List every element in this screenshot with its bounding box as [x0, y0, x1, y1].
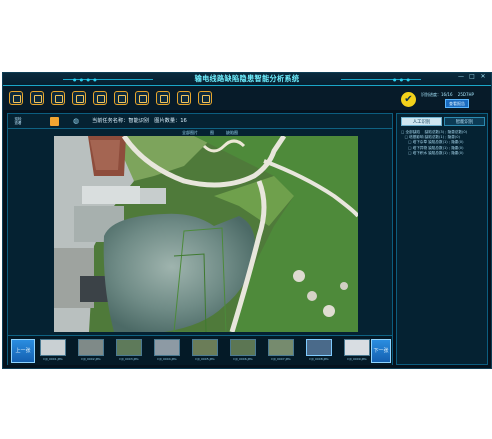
thumbnail-image	[78, 339, 104, 356]
thumbnail[interactable]: DJI_0005.JPG	[192, 339, 218, 363]
thumbnail[interactable]: DJI_0002.JPG	[78, 339, 104, 363]
minimize-icon[interactable]: —	[457, 73, 465, 81]
tree-item[interactable]: □ 塔下积水 缺陷总数(1) ; 隐患(0)	[401, 151, 487, 156]
toolbar: ✔ 识别进度：16/16 25D7HP 查看报告	[3, 86, 491, 110]
toolbar-import-button[interactable]	[72, 91, 86, 105]
toolbar-report-button[interactable]	[156, 91, 170, 105]
close-icon[interactable]: ✕	[479, 73, 487, 81]
defect-panel: 人工识别 智能识别 □ 全部缺陷 缺陷总数(3) ; 隐患总数(0) □ 塔基影…	[396, 113, 488, 365]
thumbnail-image	[268, 339, 294, 356]
thumbnail-image	[344, 339, 370, 356]
thumbnail-label: DJI_0007.JPG	[271, 357, 291, 361]
status-area: ✔ 识别进度：16/16 25D7HP 查看报告	[395, 90, 491, 110]
title-dots-left: ● ● ● ●	[73, 77, 98, 82]
defect-tree: □ 全部缺陷 缺陷总数(3) ; 隐患总数(0) □ 塔基影响 缺陷总数(1) …	[401, 130, 487, 156]
check-icon: ✔	[401, 92, 416, 107]
thumbnail-image	[192, 339, 218, 356]
image-viewer[interactable]	[54, 136, 358, 332]
image-workspace: 巡检 查看 ◍ 当前任务名称：智能识别 图片数量：16 全部图片 图 缺陷图 上…	[7, 113, 393, 365]
thumbnail-label: DJI_0005.JPG	[195, 357, 215, 361]
task-info: 当前任务名称：智能识别 图片数量：16	[92, 118, 187, 124]
toolbar-home-button[interactable]	[9, 91, 23, 105]
aerial-photo	[54, 136, 358, 332]
prev-image-button[interactable]: 上一张	[11, 339, 35, 363]
thumbnail[interactable]: DJI_0001.JPG	[40, 339, 66, 363]
side-tabs: 人工识别 智能识别	[401, 117, 485, 126]
toolbar-chart-button[interactable]	[114, 91, 128, 105]
thumbnail-label: DJI_0003.JPG	[119, 357, 139, 361]
tab-manual-recognition[interactable]: 人工识别	[401, 117, 442, 126]
thumbnail-label: DJI_0009.JPG	[347, 357, 367, 361]
toolbar-image-button[interactable]	[93, 91, 107, 105]
thumbnail[interactable]: DJI_0003.JPG	[116, 339, 142, 363]
thumbnail-label: DJI_0008.JPG	[309, 357, 329, 361]
thumbnail-image	[230, 339, 256, 356]
toolbar-task-button[interactable]	[30, 91, 44, 105]
app-window: ● ● ● ● 输电线路缺陷隐患智能分析系统 ● ● ● — □ ✕ ✔ 识别进…	[2, 72, 492, 369]
thumbnail-strip: 上一张 DJI_0001.JPG DJI_0002.JPG DJI_0003.J…	[8, 335, 392, 365]
thumbnail-label: DJI_0002.JPG	[81, 357, 101, 361]
thumbnail-selected[interactable]: DJI_0008.JPG	[306, 339, 332, 363]
view-report-button[interactable]: 查看报告	[445, 99, 469, 108]
thumbnail-image	[154, 339, 180, 356]
progress-status: 识别进度：16/16 25D7HP	[421, 92, 474, 97]
thumbnail[interactable]: DJI_0009.JPG	[344, 339, 370, 363]
mode-tab-inspect-label: 巡检 查看	[14, 117, 22, 125]
toolbar-settings-button[interactable]	[198, 91, 212, 105]
thumbnail-label: DJI_0004.JPG	[157, 357, 177, 361]
maximize-icon[interactable]: □	[468, 73, 476, 81]
window-controls: — □ ✕	[457, 73, 487, 81]
thumbnail-image	[306, 339, 332, 356]
thumbnail[interactable]: DJI_0004.JPG	[154, 339, 180, 363]
app-title: 输电线路缺陷隐患智能分析系统	[194, 74, 300, 83]
next-image-button[interactable]: 下一张	[371, 339, 391, 363]
title-dots-right: ● ● ●	[393, 77, 412, 82]
image-mode-icon[interactable]	[50, 117, 59, 126]
thumbnail-image	[116, 339, 142, 356]
thumbnail[interactable]: DJI_0006.JPG	[230, 339, 256, 363]
toolbar-doc-button[interactable]	[135, 91, 149, 105]
thumbnail-label: DJI_0006.JPG	[233, 357, 253, 361]
toolbar-export-button[interactable]	[177, 91, 191, 105]
thumbnail-label: DJI_0001.JPG	[43, 357, 63, 361]
toolbar-edit-button[interactable]	[51, 91, 65, 105]
tab-smart-recognition[interactable]: 智能识别	[444, 117, 485, 126]
thumbnail[interactable]: DJI_0007.JPG	[268, 339, 294, 363]
thumbnail-image	[40, 339, 66, 356]
title-bar: ● ● ● ● 输电线路缺陷隐患智能分析系统 ● ● ● — □ ✕	[3, 73, 491, 86]
